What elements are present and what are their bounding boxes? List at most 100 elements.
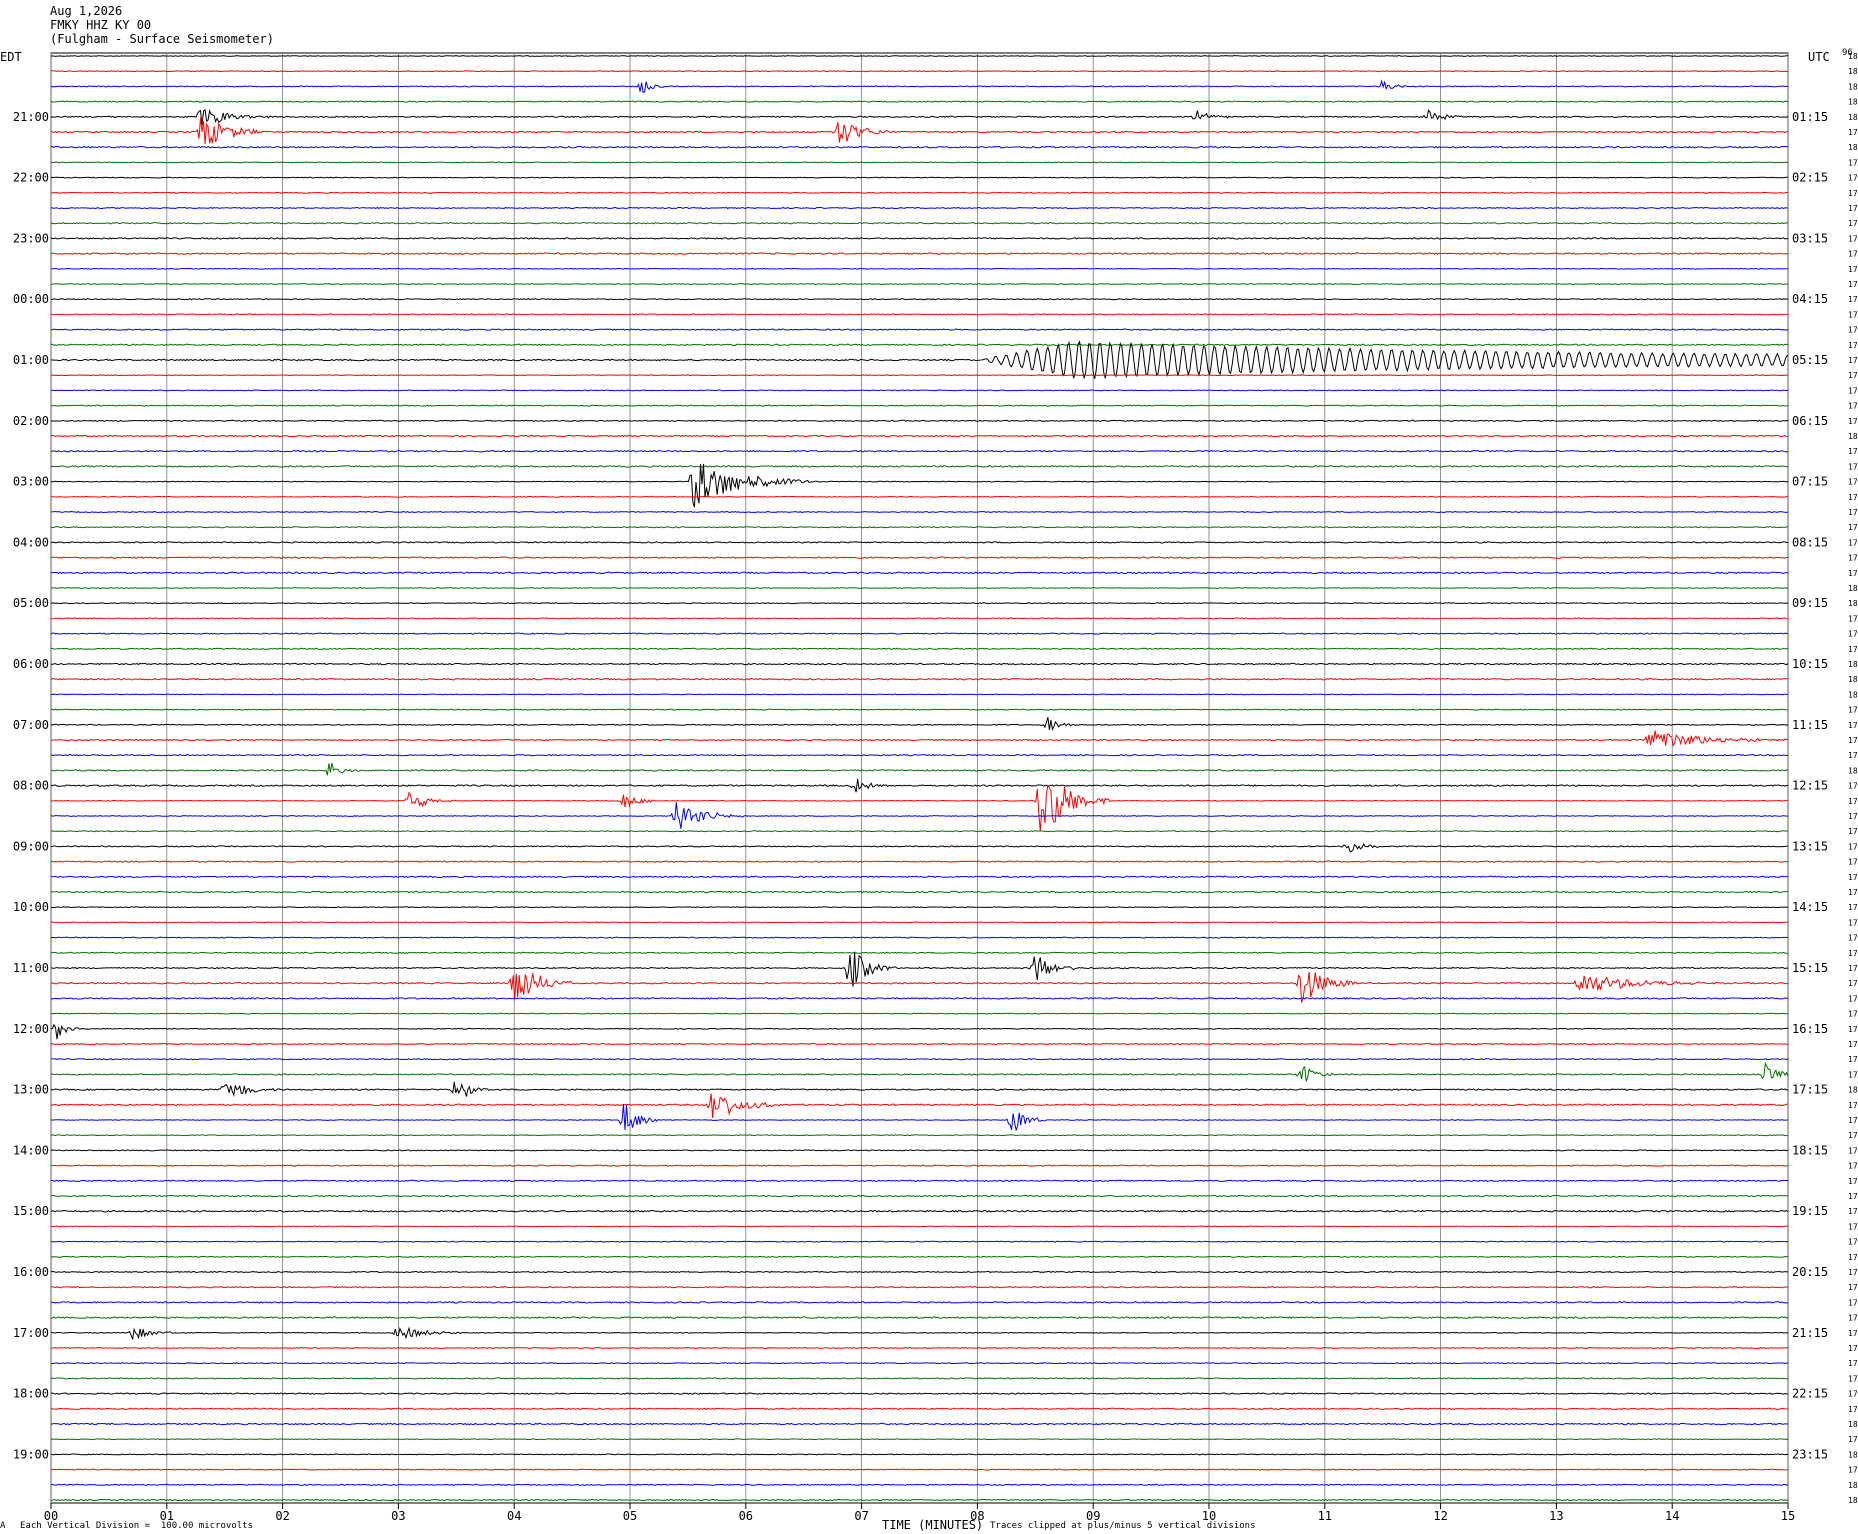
left-hour-label: 02:00 — [13, 414, 49, 428]
seismic-trace — [50, 1438, 1789, 1441]
left-hour-label: 09:00 — [13, 839, 49, 853]
seismic-trace — [50, 1164, 1789, 1167]
trace-value-label: 1750 — [1848, 1131, 1858, 1140]
trace-value-label: 1790 — [1848, 128, 1858, 137]
corner-mark: A — [0, 1521, 6, 1531]
seismic-trace — [50, 463, 1789, 508]
x-tick-label: 11 — [1318, 1509, 1332, 1523]
trace-value-label: 1771 — [1848, 493, 1858, 502]
x-tick-label: 07 — [854, 1509, 868, 1523]
right-hour-label: 04:15 — [1792, 292, 1828, 306]
seismic-trace — [50, 1134, 1789, 1137]
trace-value-label: 1797 — [1848, 158, 1858, 167]
seismic-trace — [50, 730, 1789, 747]
seismic-trace — [50, 1422, 1789, 1426]
seismic-trace — [50, 117, 1789, 145]
trace-value-label: 1783 — [1848, 295, 1858, 304]
trace-value-label: 1746 — [1848, 979, 1858, 988]
trace-value-label: 1802 — [1848, 1496, 1858, 1505]
clip-note: Traces clipped at plus/minus 5 vertical … — [990, 1521, 1256, 1531]
seismic-trace — [50, 222, 1789, 225]
left-hour-label: 19:00 — [13, 1447, 49, 1461]
left-hour-label: 08:00 — [13, 779, 49, 793]
seismic-trace — [50, 647, 1789, 650]
seismic-trace — [50, 602, 1789, 605]
seismic-trace — [50, 374, 1789, 377]
right-hour-label: 12:15 — [1792, 779, 1828, 793]
left-hour-label: 10:00 — [13, 900, 49, 914]
trace-value-label: 1789 — [1848, 219, 1858, 228]
trace-value-label: 1759 — [1848, 462, 1858, 471]
seismic-trace — [50, 1362, 1789, 1365]
left-hour-label: 14:00 — [13, 1143, 49, 1157]
vertical-division-note: Each Vertical Division = 100.00 microvol… — [20, 1521, 253, 1531]
trace-value-label: 1784 — [1848, 1298, 1858, 1307]
left-hour-label: 15:00 — [13, 1204, 49, 1218]
trace-value-label: 1750 — [1848, 964, 1858, 973]
seismic-trace — [50, 1058, 1789, 1061]
seismic-trace — [50, 419, 1789, 422]
seismic-trace — [50, 1468, 1789, 1471]
right-hour-label: 18:15 — [1792, 1143, 1828, 1157]
trace-value-label: 1787 — [1848, 1329, 1858, 1338]
trace-value-label: 1752 — [1848, 994, 1858, 1003]
seismic-trace — [50, 340, 1789, 379]
seismic-trace — [50, 1012, 1789, 1015]
x-tick-label: 04 — [507, 1509, 521, 1523]
left-hour-label: 17:00 — [13, 1326, 49, 1340]
seismic-trace — [50, 1093, 1789, 1118]
trace-value-label: 1785 — [1848, 797, 1858, 806]
seismic-trace — [50, 1179, 1789, 1183]
seismic-trace — [50, 252, 1789, 255]
trace-value-label: 1789 — [1848, 234, 1858, 243]
seismic-trace — [50, 206, 1789, 210]
trace-value-label: 1816 — [1848, 52, 1858, 61]
trace-value-label: 1811 — [1848, 98, 1858, 107]
right-hour-label: 20:15 — [1792, 1265, 1828, 1279]
x-tick-label: 13 — [1549, 1509, 1563, 1523]
trace-value-label: 1774 — [1848, 1253, 1858, 1262]
right-hour-label: 05:15 — [1792, 353, 1828, 367]
trace-value-label: 1776 — [1848, 1268, 1858, 1277]
seismic-trace — [50, 1270, 1789, 1274]
seismic-trace — [50, 1225, 1789, 1228]
trace-value-label: 1783 — [1848, 1314, 1858, 1323]
seismic-trace — [50, 161, 1789, 164]
trace-value-label: 1764 — [1848, 903, 1858, 912]
right-hour-label: 16:15 — [1792, 1022, 1828, 1036]
trace-value-label: 1802 — [1848, 690, 1858, 699]
trace-value-label: 1781 — [1848, 356, 1858, 365]
trace-value-label: 1766 — [1848, 478, 1858, 487]
trace-value-label: 1804 — [1848, 675, 1858, 684]
right-hour-label: 09:15 — [1792, 596, 1828, 610]
x-tick-label: 02 — [275, 1509, 289, 1523]
seismic-trace — [50, 237, 1789, 240]
trace-value-label: 1784 — [1848, 1390, 1858, 1399]
trace-value-label: 1770 — [1848, 858, 1858, 867]
seismic-trace — [50, 1255, 1789, 1258]
right-hour-label: 14:15 — [1792, 900, 1828, 914]
trace-value-label: 1781 — [1848, 523, 1858, 532]
seismic-trace — [50, 1042, 1789, 1046]
right-hour-label: 07:15 — [1792, 475, 1828, 489]
trace-value-label: 1811 — [1848, 67, 1858, 76]
x-tick-label: 15 — [1781, 1509, 1795, 1523]
trace-value-label: 1793 — [1848, 204, 1858, 213]
trace-value-label: 1800 — [1848, 599, 1858, 608]
trace-value-label: 1781 — [1848, 1283, 1858, 1292]
x-tick-label: 12 — [1433, 1509, 1447, 1523]
trace-value-label: 1765 — [1848, 873, 1858, 882]
trace-value-label: 1799 — [1848, 645, 1858, 654]
x-tick-label: 14 — [1665, 1509, 1679, 1523]
trace-value-label: 1795 — [1848, 1359, 1858, 1368]
trace-value-label: 1785 — [1848, 402, 1858, 411]
seismic-trace — [50, 79, 1789, 94]
left-hour-label: 22:00 — [13, 171, 49, 185]
seismic-trace — [50, 389, 1789, 392]
seismic-trace — [50, 1407, 1789, 1411]
seismic-trace — [50, 55, 1789, 57]
right-hour-label: 11:15 — [1792, 718, 1828, 732]
seismic-trace — [50, 1209, 1789, 1213]
seismic-trace — [50, 693, 1789, 696]
seismic-trace — [50, 762, 1789, 776]
